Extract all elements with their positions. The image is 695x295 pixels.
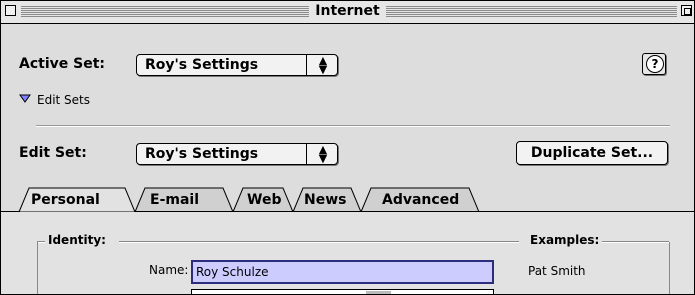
edit-set-label: Edit Set: xyxy=(19,145,87,161)
tab-outlines xyxy=(18,187,480,213)
zoom-box-button[interactable] xyxy=(681,5,692,16)
help-button[interactable]: ? xyxy=(642,53,666,75)
help-icon: ? xyxy=(646,55,664,73)
tab-advanced[interactable]: Advanced xyxy=(382,189,459,211)
internet-window: Internet Active Set: Roy's Settings ▲ ▼ ?… xyxy=(0,0,695,295)
popup-arrows-icon: ▲ ▼ xyxy=(318,54,328,76)
edit-set-popup[interactable]: Roy's Settings ▲ ▼ xyxy=(136,143,338,165)
field-gripper xyxy=(366,291,391,294)
separator xyxy=(36,125,670,127)
examples-group-label: Examples: xyxy=(527,233,603,247)
duplicate-set-button[interactable]: Duplicate Set... xyxy=(516,141,668,165)
popup-arrows-icon: ▲ ▼ xyxy=(318,143,328,165)
title-bar[interactable]: Internet xyxy=(1,1,694,24)
zoom-icon xyxy=(684,8,691,15)
next-field[interactable] xyxy=(191,289,494,294)
active-set-label: Active Set: xyxy=(19,56,105,72)
disclosure-triangle-icon[interactable] xyxy=(19,94,31,103)
name-input[interactable]: Roy Schulze xyxy=(191,260,494,284)
tab-personal[interactable]: Personal xyxy=(31,189,100,211)
edit-set-value: Roy's Settings xyxy=(145,146,259,162)
identity-group-label: Identity: xyxy=(45,233,109,247)
active-set-popup[interactable]: Roy's Settings ▲ ▼ xyxy=(136,54,338,76)
edit-sets-label: Edit Sets xyxy=(37,93,91,107)
window-title: Internet xyxy=(309,3,386,19)
name-label: Name: xyxy=(149,263,189,277)
tab-email[interactable]: E-mail xyxy=(150,189,199,211)
name-example: Pat Smith xyxy=(528,264,586,278)
tab-web[interactable]: Web xyxy=(247,189,281,211)
tab-news[interactable]: News xyxy=(304,189,346,211)
active-set-value: Roy's Settings xyxy=(145,57,259,73)
